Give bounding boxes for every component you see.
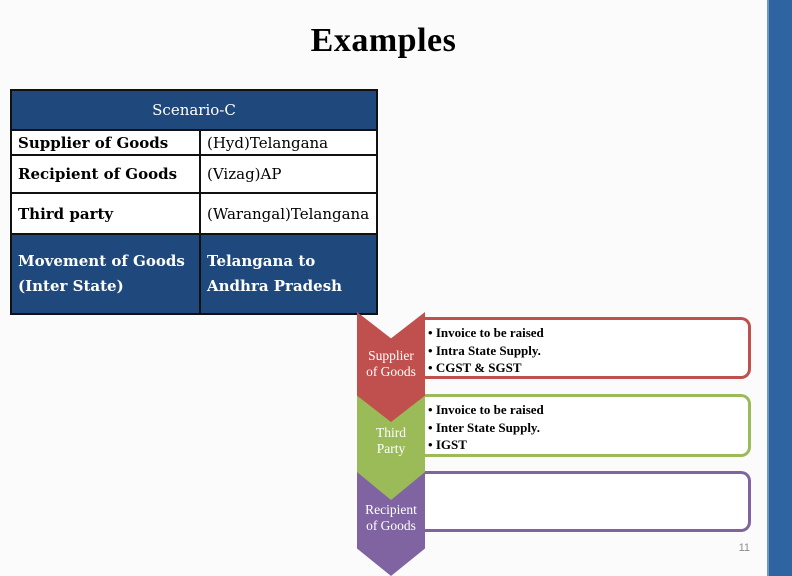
table-row-highlight: Movement of Goods (Inter State) Telangan…	[10, 233, 378, 315]
row-label-line: Movement of Goods	[18, 252, 185, 270]
chevron-label: Recipient of Goods	[357, 502, 425, 534]
table-header-row: Scenario-C	[10, 89, 378, 131]
accent-side-bar	[767, 0, 792, 576]
bullet-item: CGST & SGST	[428, 359, 748, 377]
row-value-line: Andhra Pradesh	[207, 277, 343, 295]
bullet-item: Intra State Supply.	[428, 342, 748, 360]
bullet-item: Inter State Supply.	[428, 419, 748, 437]
supplier-details-box: Invoice to be raised Intra State Supply.…	[424, 317, 751, 379]
chevron-label-line: Recipient	[365, 502, 417, 517]
chevron-label: Third Party	[357, 425, 425, 457]
page-number: 11	[738, 542, 750, 554]
recipient-details-box	[424, 471, 751, 532]
scenario-table: Scenario-C Supplier of Goods (Hyd)Telang…	[10, 89, 378, 315]
bullet-list: Invoice to be raised Inter State Supply.…	[428, 401, 748, 454]
slide-title: Examples	[310, 22, 457, 59]
chevron-label-line: of Goods	[366, 518, 416, 533]
bullet-item: Invoice to be raised	[428, 401, 748, 419]
chevron-label: Supplier of Goods	[357, 348, 425, 380]
bullet-item: IGST	[428, 436, 748, 454]
row-label: Movement of Goods (Inter State)	[10, 233, 201, 315]
row-value-line: Telangana to	[207, 252, 316, 270]
bullet-item: Invoice to be raised	[428, 324, 748, 342]
row-value: Telangana to Andhra Pradesh	[199, 233, 378, 315]
chevron-label-line: Third	[376, 425, 406, 440]
chevron-label-line: of Goods	[366, 364, 416, 379]
third-party-details-box: Invoice to be raised Inter State Supply.…	[424, 394, 751, 457]
row-label: Recipient of Goods	[10, 154, 201, 194]
bullet-list: Invoice to be raised Intra State Supply.…	[428, 324, 748, 377]
table-row: Recipient of Goods (Vizag)AP	[10, 154, 378, 194]
table-header: Scenario-C	[10, 89, 378, 131]
table-row: Third party (Warangal)Telangana	[10, 192, 378, 235]
row-label: Third party	[10, 192, 201, 235]
chevron-label-line: Supplier	[368, 348, 414, 363]
chevron-label-line: Party	[376, 441, 406, 456]
row-label: Supplier of Goods	[10, 129, 201, 156]
row-label-line: (Inter State)	[18, 277, 124, 295]
row-value: (Hyd)Telangana	[199, 129, 378, 156]
row-value: (Warangal)Telangana	[199, 192, 378, 235]
row-value: (Vizag)AP	[199, 154, 378, 194]
table-row: Supplier of Goods (Hyd)Telangana	[10, 129, 378, 156]
